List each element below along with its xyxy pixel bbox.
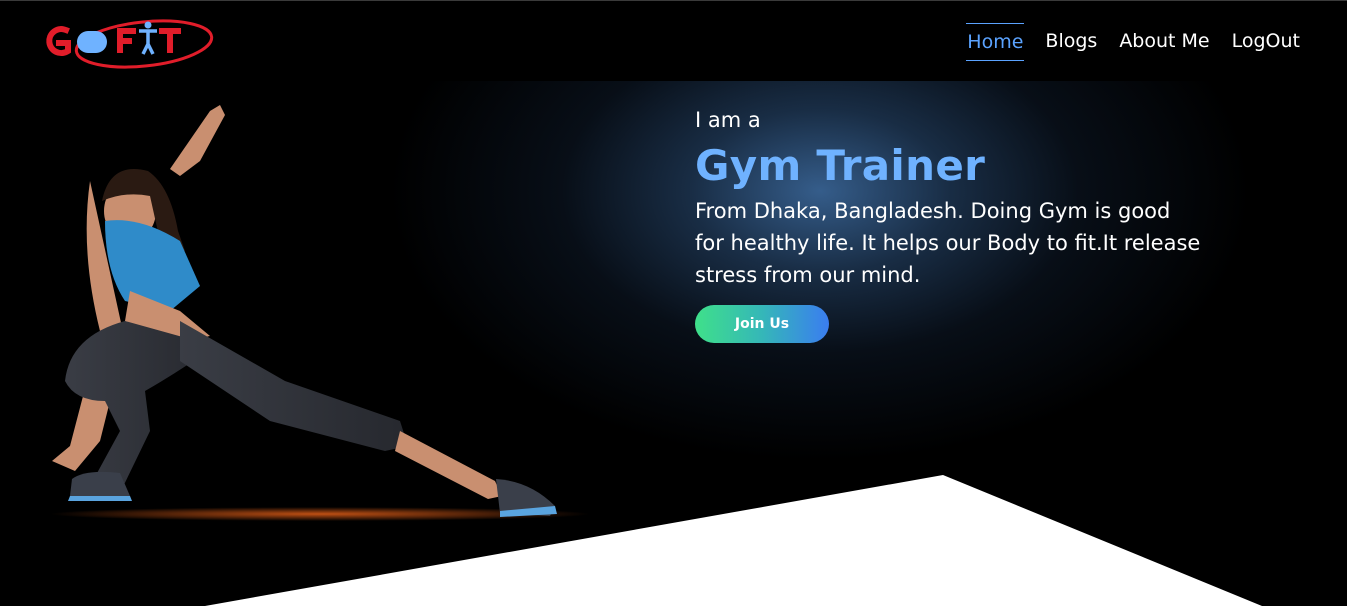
main-nav: Home Blogs About Me LogOut — [966, 23, 1301, 61]
gofit-logo[interactable] — [40, 15, 215, 69]
navbar: Home Blogs About Me LogOut — [0, 1, 1347, 81]
hero-description: From Dhaka, Bangladesh. Doing Gym is goo… — [695, 199, 1201, 287]
nav-blogs[interactable]: Blogs — [1044, 23, 1098, 61]
hero-intro: I am a — [695, 108, 761, 132]
trainer-illustration — [50, 105, 590, 521]
hero-section: I am a Gym Trainer From Dhaka, Banglades… — [0, 81, 1347, 606]
nav-about-me[interactable]: About Me — [1118, 23, 1210, 61]
nav-home[interactable]: Home — [966, 23, 1025, 61]
hero-headline: Gym Trainer — [695, 141, 986, 190]
trainer-photo — [30, 101, 590, 531]
hero-content: I am a Gym Trainer From Dhaka, Banglades… — [695, 105, 1215, 343]
nav-logout[interactable]: LogOut — [1231, 23, 1301, 61]
join-us-button[interactable]: Join Us — [695, 305, 829, 343]
